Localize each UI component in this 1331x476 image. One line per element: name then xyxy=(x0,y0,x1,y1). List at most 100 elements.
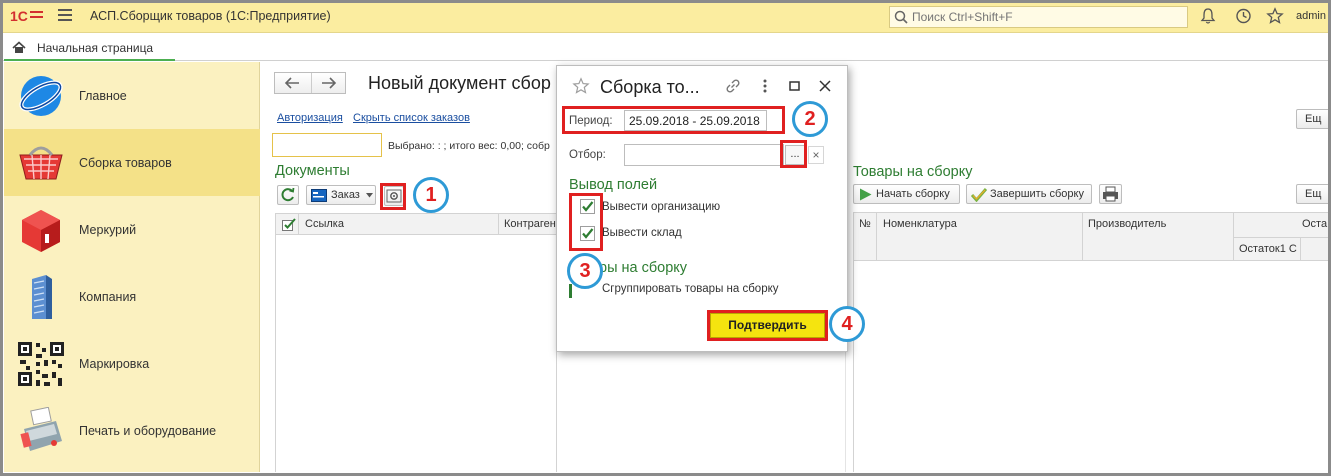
arrow-left-icon xyxy=(284,77,299,89)
globe-logo-icon xyxy=(19,76,63,116)
column-remains1[interactable]: Остаток1 С xyxy=(1239,243,1297,255)
group-checkbox-edge xyxy=(569,284,572,298)
highlight-checkboxes xyxy=(569,193,603,251)
document-title: Новый документ сбор xyxy=(368,73,551,93)
arrow-right-icon xyxy=(322,77,337,89)
column-divider xyxy=(876,212,877,261)
link-icon[interactable] xyxy=(724,77,742,95)
forward-button[interactable] xyxy=(311,73,346,93)
sidebar-item-label: Печать и оборудование xyxy=(79,424,217,438)
more-vertical-icon[interactable] xyxy=(756,77,774,95)
finish-assembly-button[interactable]: Завершить сборку xyxy=(966,184,1092,204)
tab-home[interactable]: Начальная страница xyxy=(4,35,175,61)
sidebar-item-mercury[interactable]: Меркурий xyxy=(4,196,260,263)
sidebar-item-assembly[interactable]: Сборка товаров xyxy=(4,129,260,196)
star-icon[interactable] xyxy=(572,77,590,95)
column-divider xyxy=(1300,237,1301,261)
more-label: Ещ xyxy=(1305,113,1322,125)
history-icon[interactable] xyxy=(1234,7,1252,25)
refresh-button[interactable] xyxy=(277,185,299,205)
maximize-icon[interactable] xyxy=(786,77,804,95)
menu-icon[interactable] xyxy=(58,9,72,21)
output-fields-title: Вывод полей xyxy=(569,177,658,193)
documents-grid-header: Ссылка Контраген xyxy=(275,213,557,235)
star-icon[interactable] xyxy=(1266,7,1284,25)
check-all-icon[interactable] xyxy=(282,218,296,231)
callout-2: 2 xyxy=(792,101,828,137)
top-bar: 1С АСП.Сборщик товаров (1С:Предприятие) … xyxy=(0,0,1331,33)
close-icon[interactable] xyxy=(816,77,834,95)
qr-code-icon xyxy=(18,342,64,386)
start-assembly-label: Начать сборку xyxy=(876,188,950,200)
refresh-icon xyxy=(281,187,295,202)
highlight-filter-button xyxy=(780,140,807,168)
search-icon xyxy=(894,10,908,24)
sidebar-item-label: Маркировка xyxy=(79,357,150,371)
search-box[interactable] xyxy=(889,6,1188,28)
column-divider xyxy=(1082,212,1083,261)
sidebar-item-marking[interactable]: Маркировка xyxy=(4,330,260,397)
sidebar-item-printing[interactable]: Печать и оборудование xyxy=(4,397,260,464)
username[interactable]: admin xyxy=(1296,10,1326,22)
order-button[interactable]: Заказ xyxy=(306,185,376,205)
checkmark-pencil-icon xyxy=(971,188,987,202)
goods-section-title: Товары на сборку xyxy=(853,164,973,180)
more-button[interactable]: Ещ xyxy=(1296,184,1331,204)
hide-orders-link[interactable]: Скрыть список заказов xyxy=(353,112,470,124)
sidebar-item-label: Сборка товаров xyxy=(79,156,172,170)
filter-label: Отбор: xyxy=(569,149,606,161)
highlight-settings xyxy=(380,183,406,210)
callout-1: 1 xyxy=(413,177,449,213)
warehouse-checkbox-label[interactable]: Вывести склад xyxy=(602,227,682,239)
home-icon xyxy=(12,41,26,53)
column-nomenclature[interactable]: Номенклатура xyxy=(883,218,957,230)
sidebar-item-label: Компания xyxy=(79,290,137,304)
filter-clear-button[interactable]: × xyxy=(808,146,824,164)
column-divider xyxy=(498,213,499,235)
printer-icon xyxy=(1103,186,1118,202)
chevron-down-icon xyxy=(366,193,373,198)
play-icon xyxy=(860,188,872,201)
svg-text:1С: 1С xyxy=(10,8,28,24)
column-counterparty[interactable]: Контраген xyxy=(504,218,556,230)
column-number[interactable]: № xyxy=(859,218,871,230)
callout-3: 3 xyxy=(567,253,603,289)
documents-grid-body[interactable] xyxy=(275,235,557,472)
bell-icon[interactable] xyxy=(1199,7,1217,25)
sidebar-item-company[interactable]: Компания xyxy=(4,263,260,330)
pos-terminal-icon xyxy=(20,407,62,451)
selected-summary: Выбрано: : ; итого вес: 0,00; собр xyxy=(388,140,550,152)
1c-logo-icon[interactable]: 1С xyxy=(10,8,44,24)
start-assembly-button[interactable]: Начать сборку xyxy=(853,184,960,204)
building-icon xyxy=(32,275,52,319)
barcode-input[interactable] xyxy=(272,133,382,157)
finish-assembly-label: Завершить сборку xyxy=(990,188,1084,200)
search-input[interactable] xyxy=(912,9,1182,25)
tab-bar: Начальная страница xyxy=(0,33,1331,61)
sidebar-item-main[interactable]: Главное xyxy=(4,62,260,129)
sidebar: Главное Сборка товаров Меркурий Компания xyxy=(4,62,260,472)
callout-4: 4 xyxy=(829,306,865,342)
auth-link[interactable]: Авторизация xyxy=(277,112,343,124)
tab-home-label: Начальная страница xyxy=(37,41,154,55)
back-button[interactable] xyxy=(275,73,310,93)
column-manufacturer[interactable]: Производитель xyxy=(1088,218,1166,230)
column-remains[interactable]: Оста xyxy=(1302,218,1327,230)
group-goods-label[interactable]: Сгруппировать товары на сборку xyxy=(602,283,779,295)
print-button[interactable] xyxy=(1099,184,1122,204)
cube-icon xyxy=(22,210,60,252)
documents-section-title: Документы xyxy=(275,163,350,179)
dialog-title: Сборка то... xyxy=(600,77,700,97)
goods-for-assembly-title: ры на сборку xyxy=(599,260,688,276)
document-icon xyxy=(311,189,327,202)
highlight-period xyxy=(562,106,785,134)
goods-grid-body[interactable] xyxy=(853,261,1331,472)
filter-field[interactable] xyxy=(624,144,784,166)
highlight-confirm xyxy=(707,310,828,341)
basket-icon xyxy=(19,146,63,180)
column-divider xyxy=(298,213,299,235)
org-checkbox-label[interactable]: Вывести организацию xyxy=(602,201,720,213)
app-title: АСП.Сборщик товаров (1С:Предприятие) xyxy=(90,9,331,23)
column-link[interactable]: Ссылка xyxy=(305,218,344,230)
more-button-top[interactable]: Ещ xyxy=(1296,109,1331,129)
